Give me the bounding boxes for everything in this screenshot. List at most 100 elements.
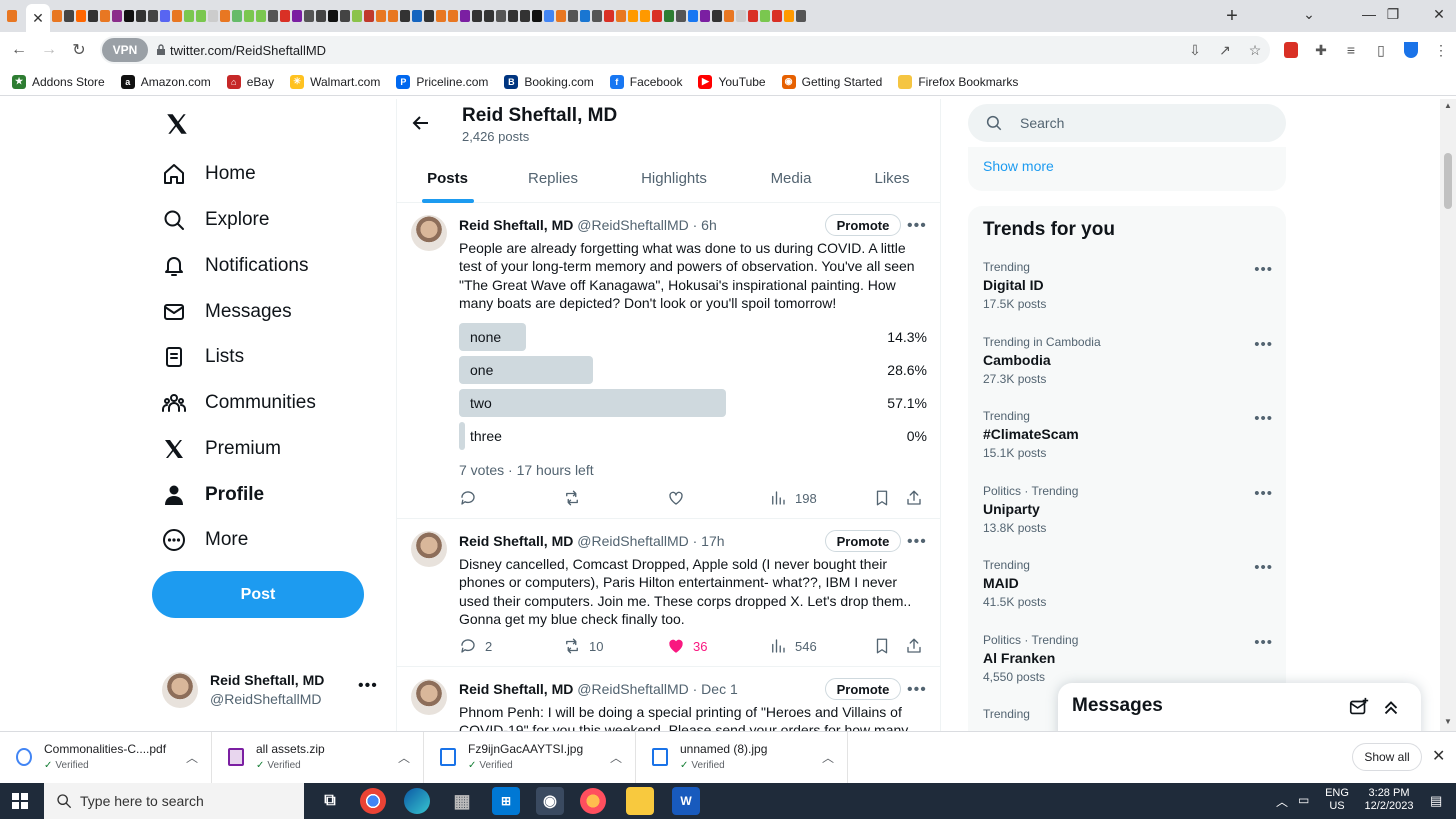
extensions-puzzle-icon[interactable]: ✚ — [1306, 35, 1336, 65]
trend-more-icon[interactable]: ••• — [1254, 336, 1273, 353]
account-switcher[interactable]: Reid Sheftall, MD @ReidSheftallMD ••• — [162, 669, 392, 711]
nav-lists[interactable]: Lists — [162, 337, 244, 377]
tab-media[interactable]: Media — [747, 163, 835, 203]
tab-favicon[interactable] — [676, 10, 686, 22]
post[interactable]: Reid Sheftall, MD @ReidSheftallMD · 6h P… — [397, 203, 941, 519]
bookmark-item[interactable]: P Priceline.com — [396, 74, 488, 89]
tab-favicon[interactable] — [496, 10, 506, 22]
tab-search-chevron-icon[interactable]: ⌄ — [1286, 0, 1332, 28]
chevron-up-icon[interactable]: ︿ — [610, 749, 622, 766]
tab-favicon[interactable] — [772, 10, 782, 22]
trend-more-icon[interactable]: ••• — [1254, 410, 1273, 427]
author-name[interactable]: Reid Sheftall, MD — [459, 533, 573, 549]
install-app-icon[interactable]: ⇩ — [1180, 35, 1210, 65]
tab-favicon[interactable] — [628, 10, 638, 22]
tab-favicon[interactable] — [304, 10, 314, 22]
bookmark-item[interactable]: f Facebook — [609, 74, 682, 89]
bookmark-item[interactable]: ⌂ eBay — [226, 74, 274, 89]
post-button[interactable]: Post — [152, 571, 364, 618]
omnibox[interactable]: VPN twitter.com/ReidSheftallMD ⇩ ↗ ☆ — [100, 36, 1270, 64]
tab-favicon[interactable] — [328, 10, 338, 22]
notifications-icon[interactable]: ▤ — [1430, 793, 1442, 809]
new-tab-icon[interactable]: + — [1218, 5, 1246, 28]
trend-more-icon[interactable]: ••• — [1254, 261, 1273, 278]
reload-icon[interactable]: ↻ — [64, 35, 94, 65]
reply-button[interactable]: 2 — [459, 637, 492, 655]
bookmark-item[interactable]: Firefox Bookmarks — [898, 74, 1018, 89]
tab-favicon[interactable] — [412, 10, 422, 22]
tab-favicon[interactable] — [76, 10, 86, 22]
close-downloads-icon[interactable]: ✕ — [1432, 746, 1445, 766]
back-icon[interactable]: ← — [4, 35, 34, 65]
tab-replies[interactable]: Replies — [505, 163, 601, 203]
download-item[interactable]: unnamed (8).jpg ✓ Verified ︿ — [636, 732, 848, 784]
tab-favicon[interactable] — [580, 10, 590, 22]
tab-favicon[interactable] — [340, 10, 350, 22]
author-handle[interactable]: @ReidSheftallMD — [577, 217, 688, 233]
close-window-icon[interactable]: ✕ — [1416, 0, 1456, 28]
tab-favicon[interactable] — [784, 10, 794, 22]
tab-highlights[interactable]: Highlights — [623, 163, 725, 203]
post-more-icon[interactable]: ••• — [907, 533, 927, 551]
expand-chevrons-icon[interactable] — [1380, 696, 1402, 718]
trend-more-icon[interactable]: ••• — [1254, 559, 1273, 576]
repost-button[interactable]: 10 — [563, 637, 603, 655]
tab-favicon[interactable] — [136, 10, 146, 22]
language-indicator[interactable]: ENG US — [1322, 787, 1352, 813]
bookmark-item[interactable]: ▶ YouTube — [698, 74, 766, 89]
tab-favicon[interactable] — [736, 10, 746, 22]
tab-favicon[interactable] — [160, 10, 170, 22]
tab-favicon[interactable] — [532, 10, 542, 22]
tab-favicon[interactable] — [436, 10, 446, 22]
chrome-active-icon[interactable]: ◉ — [536, 787, 564, 815]
tab-favicon[interactable] — [316, 10, 326, 22]
download-item[interactable]: Fz9ijnGacAAYTSI.jpg ✓ Verified ︿ — [424, 732, 636, 784]
nav-notifications[interactable]: Notifications — [162, 246, 309, 286]
reply-button[interactable] — [459, 489, 485, 507]
firefox-icon[interactable] — [580, 788, 606, 814]
windows-start-icon[interactable] — [12, 793, 28, 809]
tab-favicon[interactable] — [688, 10, 698, 22]
tab-favicon[interactable] — [268, 10, 278, 22]
author-handle[interactable]: @ReidSheftallMD — [577, 533, 688, 549]
bookmark-item[interactable]: ✳ Walmart.com — [290, 74, 380, 89]
tab-favicon[interactable] — [700, 10, 710, 22]
views-button[interactable]: 198 — [769, 489, 817, 507]
bookmark-item[interactable]: ◉ Getting Started — [781, 74, 882, 89]
chevron-up-icon[interactable]: ︿ — [186, 749, 198, 766]
tab-posts[interactable]: Posts — [397, 163, 498, 203]
tab-favicon[interactable] — [112, 10, 122, 22]
post[interactable]: Reid Sheftall, MD @ReidSheftallMD · Dec … — [397, 667, 941, 731]
nav-messages[interactable]: Messages — [162, 292, 292, 332]
tab-favicon[interactable] — [724, 10, 734, 22]
tab-favicon[interactable] — [64, 10, 74, 22]
tab-favicon[interactable] — [592, 10, 602, 22]
bookmark-item[interactable]: B Booking.com — [504, 74, 594, 89]
tab-favicon[interactable] — [100, 10, 110, 22]
share-button[interactable] — [905, 489, 931, 507]
chrome-icon[interactable] — [360, 788, 386, 814]
tab-favicon[interactable] — [172, 10, 182, 22]
author-name[interactable]: Reid Sheftall, MD — [459, 681, 573, 697]
author-name[interactable]: Reid Sheftall, MD — [459, 217, 573, 233]
reading-list-icon[interactable]: ≡ — [1336, 35, 1366, 65]
bookmark-item[interactable]: ★ Addons Store — [12, 74, 105, 89]
promote-button[interactable]: Promote — [825, 530, 901, 552]
tab-favicon[interactable] — [88, 10, 98, 22]
bookmark-button[interactable] — [873, 489, 899, 507]
extension-shield-icon[interactable] — [1276, 35, 1306, 65]
tab-favicon[interactable] — [640, 10, 650, 22]
bookmark-button[interactable] — [873, 637, 899, 655]
tab-favicon[interactable] — [460, 10, 470, 22]
account-more-icon[interactable]: ••• — [358, 677, 378, 695]
tab-favicon[interactable] — [148, 10, 158, 22]
tab-favicon[interactable] — [256, 10, 266, 22]
tab-favicon[interactable] — [208, 10, 218, 22]
clock[interactable]: 3:28 PM 12/2/2023 — [1352, 787, 1426, 813]
tab-favicons[interactable] — [52, 0, 1218, 32]
vpn-badge[interactable]: VPN — [102, 38, 148, 62]
like-button[interactable] — [667, 489, 693, 507]
search-box[interactable] — [968, 104, 1286, 142]
tab-favicon[interactable] — [508, 10, 518, 22]
tab-favicon[interactable] — [352, 10, 362, 22]
